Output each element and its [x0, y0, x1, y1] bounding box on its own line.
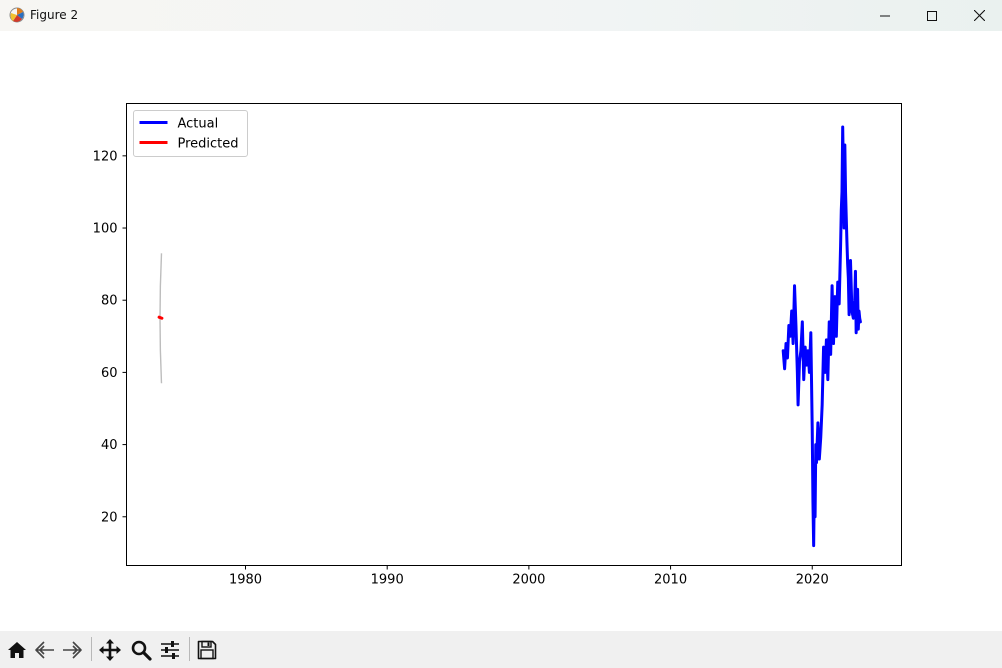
x-tick-label: 2000 — [512, 573, 545, 588]
minimize-button[interactable] — [862, 0, 908, 31]
x-tick-label: 2020 — [796, 573, 829, 588]
move-icon — [99, 639, 121, 661]
y-tick-label: 60 — [101, 366, 118, 381]
legend-label-predicted: Predicted — [178, 137, 239, 152]
series-line-predicted — [157, 315, 164, 320]
x-tick-label: 2010 — [654, 573, 687, 588]
back-button[interactable] — [32, 637, 58, 663]
pan-button[interactable] — [97, 637, 123, 663]
y-tick-label: 20 — [101, 510, 118, 525]
close-icon — [973, 10, 985, 21]
toolbar-separator — [91, 637, 92, 661]
toolbar-separator — [189, 637, 190, 661]
forward-button[interactable] — [59, 637, 85, 663]
navigation-toolbar — [0, 631, 1002, 668]
matplotlib-figure-icon — [8, 6, 26, 24]
x-tick-label: 1980 — [229, 573, 262, 588]
save-icon — [197, 640, 217, 660]
home-icon — [8, 642, 26, 658]
save-button[interactable] — [194, 637, 220, 663]
close-button[interactable] — [956, 0, 1002, 31]
back-arrow-icon — [35, 641, 54, 659]
legend-label-actual: Actual — [178, 117, 219, 132]
window-title: Figure 2 — [30, 8, 79, 22]
maximize-button[interactable] — [909, 0, 955, 31]
maximize-icon — [927, 10, 937, 21]
y-tick-label: 80 — [101, 294, 118, 309]
axes-frame — [126, 103, 902, 566]
figure-canvas[interactable]: 1980 1990 2000 2010 2020 20 40 60 80 100 120 Actual… — [0, 31, 1002, 631]
series-line-actual — [781, 125, 862, 548]
home-button[interactable] — [4, 637, 30, 663]
line-chart: 1980 1990 2000 2010 202020406080100120Actual… — [93, 103, 902, 588]
zoom-icon — [131, 640, 152, 661]
x-tick-label: 1990 — [371, 573, 404, 588]
y-tick-label: 40 — [101, 438, 118, 453]
forward-arrow-icon — [63, 641, 82, 659]
configure-subplots-button[interactable] — [157, 637, 183, 663]
title-bar: Figure 2 — [0, 0, 1002, 32]
y-tick-label: 100 — [93, 222, 118, 237]
sliders-icon — [161, 641, 179, 659]
zoom-button[interactable] — [128, 637, 154, 663]
minimize-icon — [880, 15, 890, 16]
y-tick-label: 120 — [93, 149, 118, 164]
